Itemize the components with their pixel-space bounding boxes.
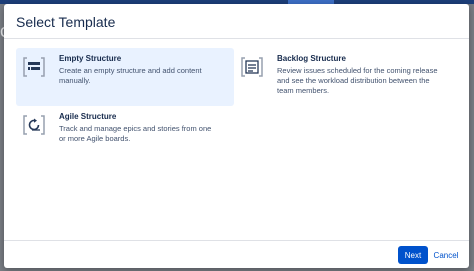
header-divider (4, 38, 469, 39)
template-description: Track and manage epics and stories from … (59, 124, 212, 143)
next-button[interactable]: Next (398, 246, 428, 264)
dialog-title: Select Template (16, 14, 116, 30)
template-description: Create an empty structure and add conten… (59, 66, 202, 85)
template-description: Review issues scheduled for the coming r… (277, 66, 438, 95)
backlog-structure-icon (240, 55, 264, 79)
template-title: Empty Structure (59, 54, 122, 63)
template-card-backlog-structure[interactable]: Backlog Structure Review issues schedule… (234, 48, 460, 106)
template-card-agile-structure[interactable]: Agile Structure Track and manage epics a… (16, 106, 234, 156)
template-title: Backlog Structure (277, 54, 346, 63)
agile-structure-icon (22, 113, 46, 137)
footer-divider (4, 240, 469, 241)
template-title: Agile Structure (59, 112, 117, 121)
select-template-dialog: Select Template Empty Structure Create a… (4, 4, 469, 268)
template-card-empty-structure[interactable]: Empty Structure Create an empty structur… (16, 48, 234, 106)
empty-structure-icon (22, 55, 46, 79)
cancel-button[interactable]: Cancel (432, 246, 460, 264)
